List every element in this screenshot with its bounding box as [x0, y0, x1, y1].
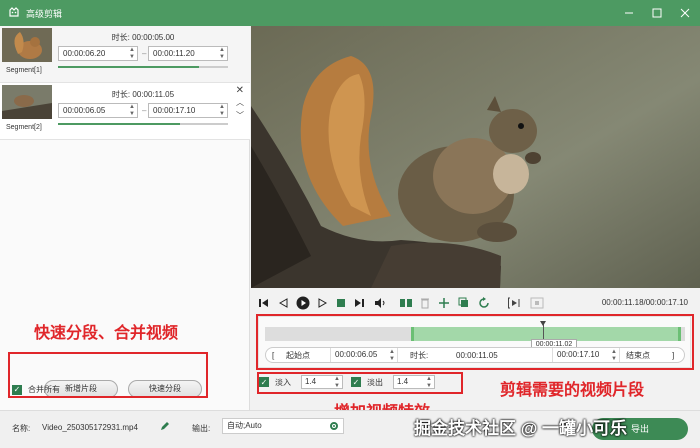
time-display: 00:00:11.18/00:00:17.10 — [601, 298, 688, 307]
annotation-box-fade — [257, 372, 463, 394]
volume-icon[interactable] — [374, 296, 386, 310]
app-logo-icon — [6, 5, 22, 21]
spin-arrows-icon[interactable]: ▲ ▼ — [129, 47, 135, 60]
step-back-icon[interactable] — [278, 296, 288, 310]
stop-icon[interactable] — [336, 296, 346, 310]
close-segment-icon[interactable]: ✕ — [236, 85, 244, 96]
range-separator: – — [142, 49, 147, 58]
mark-out-icon[interactable] — [530, 296, 544, 310]
skip-to-end-icon[interactable] — [354, 296, 366, 310]
squirrel-image — [251, 26, 700, 288]
split-icon[interactable] — [400, 296, 412, 310]
name-label: 名称: — [12, 424, 31, 433]
segment-thumbnail — [2, 85, 52, 119]
reset-icon[interactable] — [478, 296, 490, 310]
segment-item[interactable]: Segment[1] 时长: 00:00:05.00 00:00:06.20 ▲ ▼… — [0, 26, 250, 83]
title-bar: 高级剪辑 — [0, 0, 700, 26]
maximize-icon[interactable] — [650, 6, 664, 20]
spin-arrows-icon[interactable]: ▲ ▼ — [219, 104, 225, 117]
window-title: 高级剪辑 — [26, 8, 63, 19]
segment-end-input[interactable]: 00:00:11.20 ▲ ▼ — [148, 46, 228, 61]
segment-label: Segment[1] — [6, 67, 42, 74]
segment-duration: 时长: 00:00:05.00 — [111, 33, 175, 42]
edit-name-icon[interactable] — [160, 421, 170, 433]
segment-progress — [58, 66, 228, 68]
spin-arrows-icon[interactable]: ▲ ▼ — [219, 47, 225, 60]
segment-start-input[interactable]: 00:00:06.05 ▲ ▼ — [58, 103, 138, 118]
segment-item[interactable]: Segment[2] 时长: 00:00:11.05 ✕ ︿ ﹀ 00:00:0… — [0, 83, 250, 140]
output-select[interactable]: 自动;Auto — [222, 418, 344, 434]
output-label: 输出: — [192, 424, 211, 433]
segment-thumbnail — [2, 28, 52, 62]
watermark-text: 掘金技术社区 @ 一罐小可乐 — [414, 419, 628, 438]
chevron-down-icon[interactable]: ﹀ — [236, 110, 244, 121]
annotation-box-timeline — [256, 314, 694, 370]
mark-in-icon[interactable] — [508, 296, 522, 310]
video-preview — [251, 26, 700, 288]
annotation-box-left — [8, 352, 208, 398]
gear-icon[interactable] — [329, 421, 339, 436]
segment-label: Segment[2] — [6, 124, 42, 131]
copy-icon[interactable] — [458, 296, 470, 310]
spin-arrows-icon[interactable]: ▲ ▼ — [129, 104, 135, 117]
skip-to-start-icon[interactable] — [258, 296, 270, 310]
segment-end-input[interactable]: 00:00:17.10 ▲ ▼ — [148, 103, 228, 118]
minimize-icon[interactable] — [622, 6, 636, 20]
segment-start-input[interactable]: 00:00:06.20 ▲ ▼ — [58, 46, 138, 61]
file-name: Video_250305172931.mp4 — [42, 423, 138, 432]
close-icon[interactable] — [678, 6, 692, 20]
chevron-up-icon[interactable]: ︿ — [236, 97, 244, 108]
annotation-text-left: 快速分段、合并视频 — [34, 325, 179, 342]
segment-duration: 时长: 00:00:11.05 — [111, 90, 175, 99]
annotation-text-right: 剪辑需要的视频片段 — [500, 382, 645, 399]
segment-progress — [58, 123, 228, 125]
step-forward-icon[interactable] — [318, 296, 328, 310]
range-separator: – — [142, 106, 147, 115]
delete-icon[interactable] — [420, 296, 430, 310]
play-icon[interactable] — [296, 296, 310, 310]
add-icon[interactable] — [438, 296, 450, 310]
